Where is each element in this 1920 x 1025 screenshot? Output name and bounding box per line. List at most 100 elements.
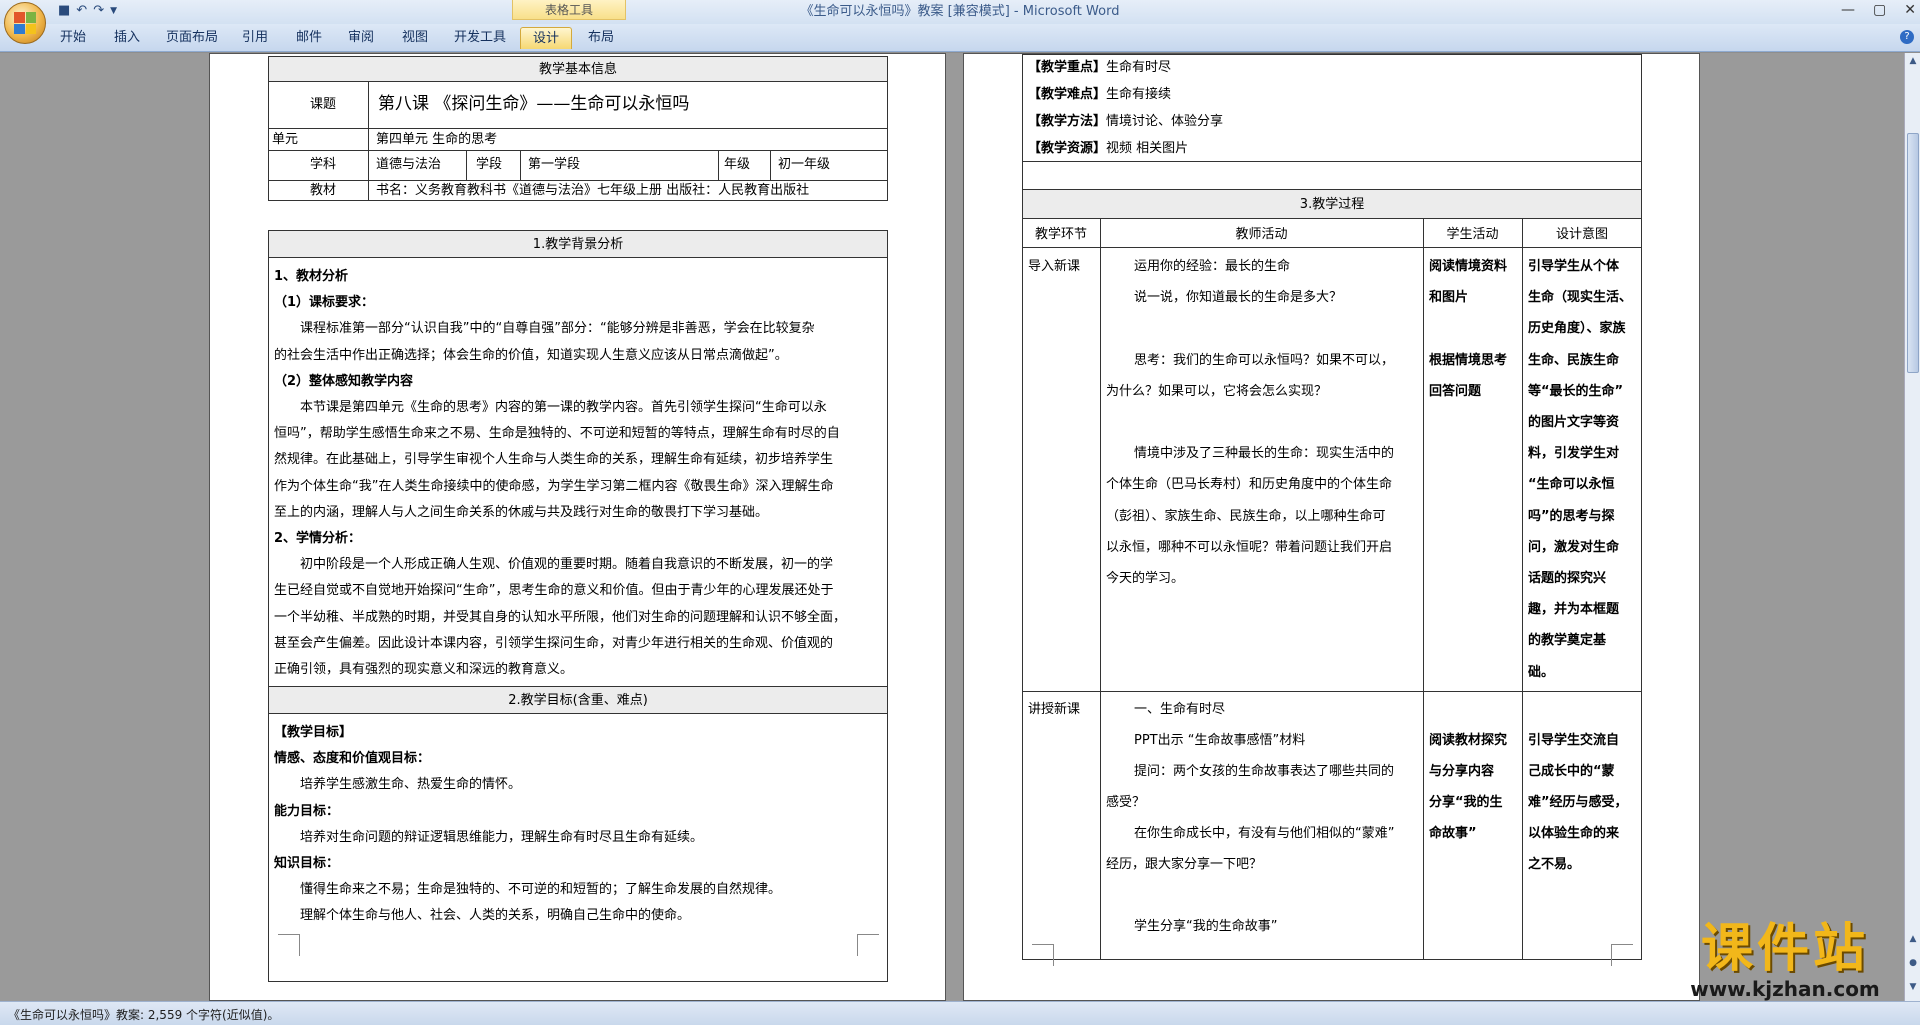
office-logo-icon [14,12,36,34]
tab-insert[interactable]: 插入 [108,27,146,49]
key-point-value: 生命有接续 [1106,87,1172,102]
student-activity-line: 回答问题 [1429,383,1482,399]
background-line: 课程标准第一部分“认识自我”中的“自尊自强”部分：“能够分辨是非善恶，学会在比较… [300,321,815,337]
subject-value: 道德与法治 [376,157,442,172]
undo-icon[interactable]: ↶ [76,3,87,18]
key-point-line: 【教学资源】视频 相关图片 [1028,140,1188,158]
teacher-activity-line: 以永恒，哪种不可以永恒呢？带着问题让我们开启 [1106,539,1393,555]
student-activity-line: 和图片 [1429,290,1469,306]
margin-corner [278,934,300,956]
minimize-icon[interactable]: — [1841,2,1855,18]
page-2[interactable]: 【教学重点】生命有时尽 【教学难点】生命有接续 【教学方法】情境讨论、体验分享 【教学… [963,53,1700,1001]
tab-references[interactable]: 引用 [236,27,274,49]
teacher-activity-line: PPT出示 “生命故事感悟”材料 [1134,733,1306,748]
col-intent: 设计意图 [1555,227,1608,242]
qat-dropdown-icon[interactable]: ▼ [110,6,117,16]
design-intent-line: 引导学生交流自 [1528,733,1620,748]
quick-access-toolbar: ■ ↶ ↷ ▼ [58,3,117,18]
office-button[interactable] [4,2,46,44]
goal-line: 情感、态度和价值观目标： [274,751,431,767]
watermark-text: 课件站 [1700,919,1869,979]
student-activity-line: 命故事” [1429,826,1477,841]
col-student: 学生活动 [1446,227,1499,242]
close-icon[interactable]: ✕ [1904,2,1916,18]
tab-view[interactable]: 视图 [396,27,434,49]
background-header: 1.教学背景分析 [268,230,888,258]
background-line: 1、教材分析 [274,269,349,284]
background-line: （1）课标要求： [274,295,375,311]
teacher-activity-line: 经历，跟大家分享一下吧？ [1106,857,1263,872]
document-area[interactable]: 教学基本信息 课题 第八课 《探问生命》——生命可以永恒吗 单元 第四单元 生命… [0,53,1904,1001]
tab-layout[interactable]: 布局 [582,27,620,49]
grade-value: 初一年级 [778,157,831,172]
redo-icon[interactable]: ↷ [93,3,104,18]
title-bar: 《生命可以永恒吗》教案 [兼容模式] - Microsoft Word ■ ↶ … [0,0,1920,24]
key-point-label: 【教学资源】 [1028,141,1107,156]
goals-header: 2.教学目标(含重、难点) [268,686,888,714]
teacher-activity-line: 运用你的经验：最长的生命 [1134,259,1291,274]
design-intent-line: 的图片文字等资 [1528,415,1620,430]
background-line: 正确引领，具有强烈的现实意义和深远的教育意义。 [274,662,574,677]
page-1[interactable]: 教学基本信息 课题 第八课 《探问生命》——生命可以永恒吗 单元 第四单元 生命… [209,53,946,1001]
design-intent-line: 等“最长的生命” [1528,383,1624,399]
teacher-activity-line: 情境中涉及了三种最长的生命：现实生活中的 [1134,446,1395,462]
design-intent-line: “生命可以永恒 [1528,477,1615,493]
key-point-label: 【教学重点】 [1028,60,1107,75]
design-intent-line: 话题的探究兴 [1528,571,1607,586]
goal-line: 能力目标： [274,803,340,819]
row1-stage: 导入新课 [1028,259,1081,274]
help-icon[interactable]: ? [1900,30,1914,44]
key-point-line: 【教学难点】生命有接续 [1028,86,1171,104]
key-point-value: 生命有时尽 [1106,60,1172,75]
design-intent-line: 引导学生从个体 [1528,259,1620,274]
background-line: 至上的内涵，理解人与人之间生命关系的休戚与共及践行对生命的敬畏打下学习基础。 [274,504,769,520]
goal-line: 懂得生命来之不易；生命是独特的、不可逆的和短暂的；了解生命发展的自然规律。 [300,882,782,898]
tab-developer[interactable]: 开发工具 [448,27,512,49]
lesson-plan-table[interactable] [268,230,888,982]
scroll-up-icon[interactable]: ▲ [1907,55,1919,67]
grade-label: 年级 [724,157,751,172]
teacher-activity-line: 今天的学习。 [1106,571,1185,586]
design-intent-line: 之不易。 [1528,857,1581,872]
key-point-value: 情境讨论、体验分享 [1106,114,1224,129]
margin-corner [857,934,879,956]
key-point-value: 视频 相关图片 [1106,141,1189,156]
background-line: 作为个体生命“我”在人类生命接续中的使命感，为学生学习第二框内容《敬畏生命》深入… [274,478,834,494]
student-activity-line: 分享“我的生 [1429,795,1503,810]
teacher-activity-line: 个体生命（巴马长寿村）和历史角度中的个体生命 [1106,477,1393,493]
tab-page-layout[interactable]: 页面布局 [160,27,224,49]
scroll-thumb[interactable] [1907,133,1919,373]
background-line: 初中阶段是一个人形成正确人生观、价值观的重要时期。随着自我意识的不断发展，初一的… [300,557,834,573]
background-line: 生已经自觉或不自觉地开始探问“生命”，思考生命的意义和价值。但由于青少年的心理发… [274,583,834,599]
watermark-url: www.kjzhan.com [1690,977,1880,1001]
goal-line: 理解个体生命与他人、社会、人类的关系，明确自己生命中的使命。 [300,908,691,924]
tab-design[interactable]: 设计 [520,27,572,49]
student-activity-line: 阅读情境资料 [1429,259,1508,274]
background-line: 恒吗”，帮助学生感悟生命来之不易、生命是独特的、不可逆和短暂的等特点，理解生命有… [274,426,840,442]
key-point-label: 【教学难点】 [1028,87,1107,102]
teacher-activity-line: 思考：我们的生命可以永恒吗？如果不可以， [1134,352,1395,368]
design-intent-line: 以体验生命的来 [1528,826,1620,841]
background-line: 一个半幼稚、半成熟的时期，并受其自身的认知水平所限，他们对生命的问题理解和认识不… [274,609,847,625]
process-header: 3.教学过程 [1022,189,1642,219]
tab-mailings[interactable]: 邮件 [290,27,328,49]
status-text: 《生命可以永恒吗》教案: 2,559 个字符(近似值)。 [8,1008,280,1022]
background-line: 然规律。在此基础上，引导学生审视个人生命与人类生命的关系，理解生命有延续，初步培… [274,452,834,468]
student-activity-line: 阅读教材探究 [1429,733,1508,748]
goal-line: 【教学目标】 [274,725,353,740]
teacher-activity-line: 学生分享“我的生命故事” [1134,919,1278,934]
teacher-activity-line: 一、生命有时尽 [1134,702,1226,717]
background-line: （2）整体感知教学内容 [274,373,414,389]
maximize-icon[interactable]: ▢ [1873,2,1886,18]
design-intent-line: 难”经历与感受， [1528,795,1628,810]
save-icon[interactable]: ■ [58,3,70,18]
tab-review[interactable]: 审阅 [342,27,380,49]
design-intent-line: 生命、民族生命 [1528,352,1620,368]
tab-home[interactable]: 开始 [54,27,92,49]
unit-label: 单元 [272,132,299,147]
design-intent-line: 问，激发对生命 [1528,539,1620,555]
vertical-scrollbar[interactable]: ▲ ▲ ● ▼ [1904,53,1920,1001]
window-controls: — ▢ ✕ [1841,2,1916,18]
key-point-line: 【教学重点】生命有时尽 [1028,59,1171,77]
status-bar: 《生命可以永恒吗》教案: 2,559 个字符(近似值)。 [0,1001,1920,1025]
